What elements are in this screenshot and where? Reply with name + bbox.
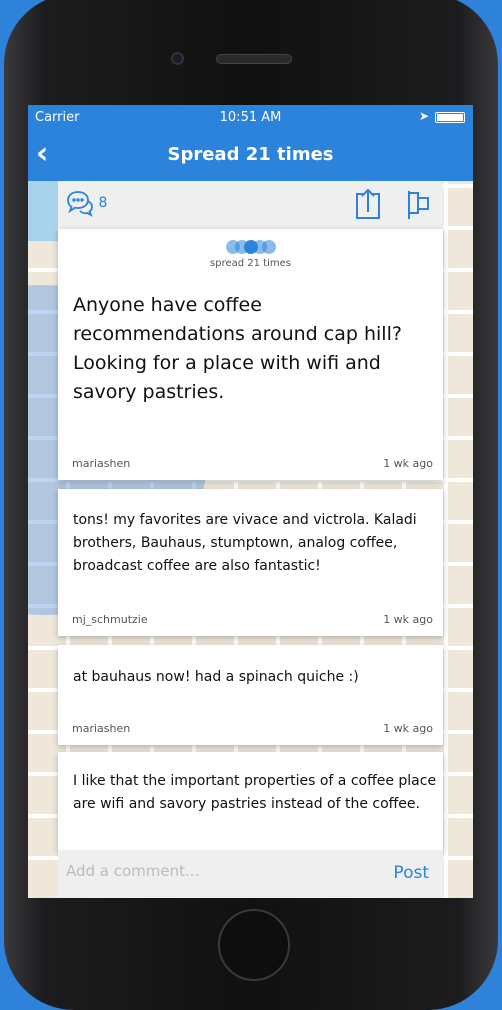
comment-count: 8	[98, 195, 108, 211]
post-button[interactable]: Post	[393, 863, 429, 883]
comment-text: tons! my favorites are vivace and victro…	[73, 512, 417, 574]
post-text: Anyone have coffee recommendations aroun…	[73, 294, 402, 403]
comment-bubbles-icon	[67, 191, 93, 217]
comment-input[interactable]	[66, 862, 366, 880]
nav-bar: ‹ Spread 21 times	[28, 130, 473, 181]
home-button[interactable]	[218, 909, 290, 981]
location-icon: ➤	[418, 109, 429, 123]
comment-time: 1 wk ago	[383, 722, 433, 735]
page-title: Spread 21 times	[167, 144, 334, 165]
share-icon[interactable]	[354, 189, 382, 221]
flag-icon[interactable]	[406, 189, 432, 221]
comment-text: I like that the important properties of …	[73, 773, 437, 812]
comment-bar: Post	[58, 850, 443, 898]
camera	[171, 52, 184, 65]
post-username[interactable]: mariashen	[72, 457, 130, 470]
comment-text: at bauhaus now! had a spinach quiche :)	[73, 669, 359, 685]
post-time: 1 wk ago	[383, 457, 433, 470]
spread-label: spread 21 times	[210, 258, 291, 269]
speaker	[216, 54, 292, 64]
spread-indicator-icon	[226, 240, 276, 254]
battery-icon	[435, 112, 465, 123]
original-post: spread 21 times Anyone have coffee recom…	[58, 229, 443, 480]
status-bar: Carrier 10:51 AM ➤	[28, 105, 473, 130]
post-toolbar: 8	[58, 181, 443, 229]
comment-time: 1 wk ago	[383, 613, 433, 626]
map-water	[28, 181, 58, 241]
comment-item: at bauhaus now! had a spinach quiche :) …	[58, 645, 443, 745]
screen: Carrier 10:51 AM ➤ ‹ Spread 21 times 8 s…	[28, 105, 473, 898]
comment-item: I like that the important properties of …	[58, 752, 443, 852]
status-time: 10:51 AM	[219, 110, 282, 125]
comment-username[interactable]: mj_schmutzie	[72, 613, 148, 626]
comments-button[interactable]: 8	[66, 189, 107, 217]
comment-item: tons! my favorites are vivace and victro…	[58, 489, 443, 636]
comment-username[interactable]: mariashen	[72, 722, 130, 735]
